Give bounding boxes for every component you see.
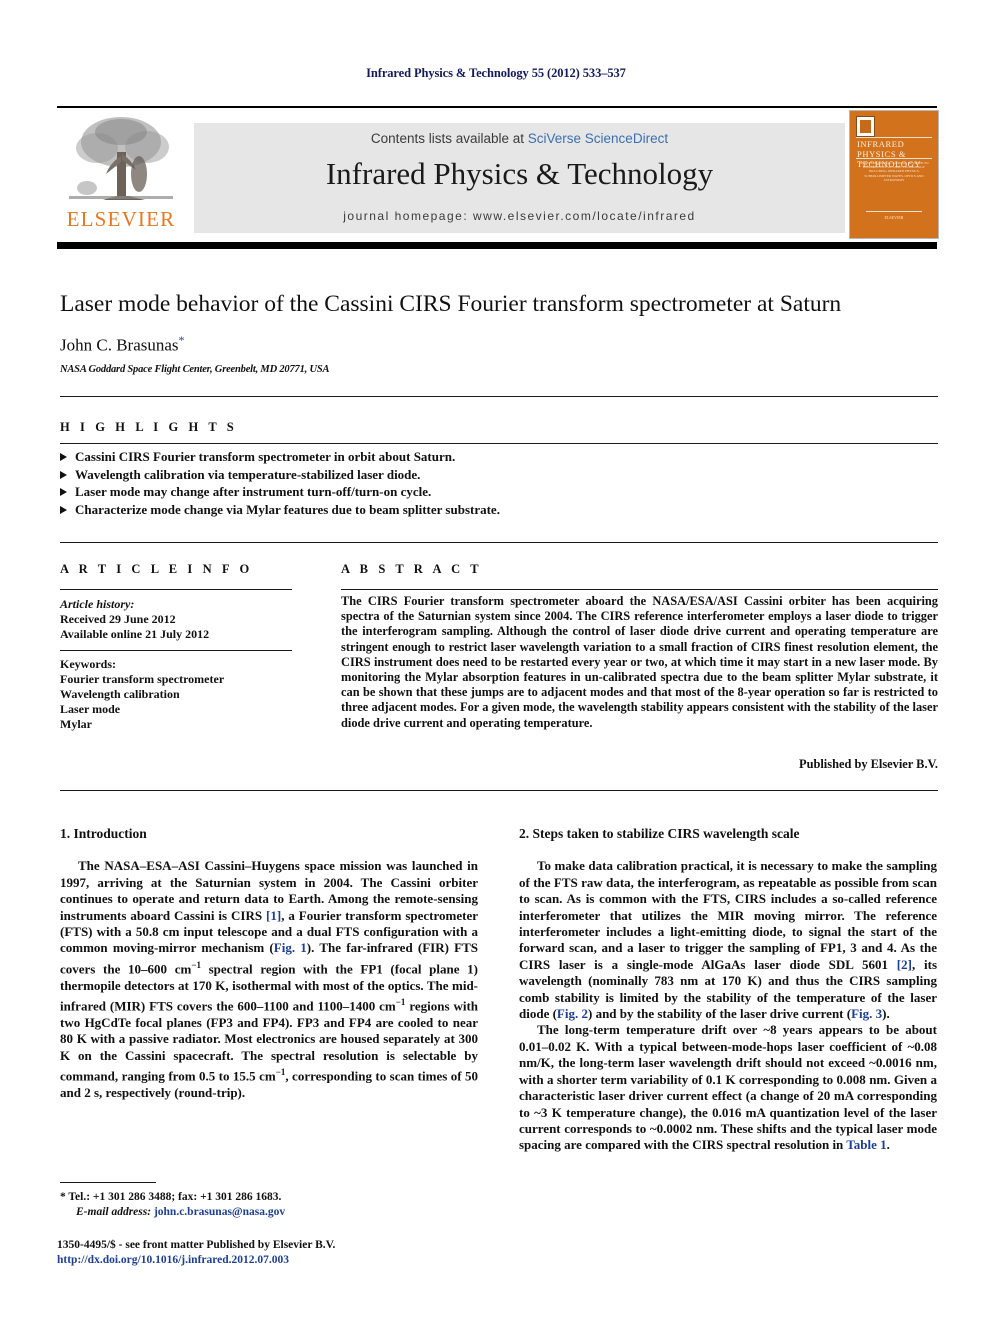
- superscript-exponent: −1: [191, 959, 201, 970]
- section-2-paragraph-2: The long-term temperature drift over ~8 …: [519, 1022, 937, 1153]
- footnote-email-line: E-mail address: john.c.brasunas@nasa.gov: [60, 1205, 480, 1220]
- para-text: ).: [882, 1006, 890, 1022]
- keyword-item: Fourier transform spectrometer: [60, 672, 225, 686]
- highlight-text: Wavelength calibration via temperature-s…: [75, 466, 421, 482]
- triangle-bullet-icon: [60, 505, 67, 514]
- list-item: Laser mode may change after instrument t…: [60, 483, 620, 501]
- highlight-text: Characterize mode change via Mylar featu…: [75, 501, 500, 517]
- section-2-title: 2. Steps taken to stabilize CIRS wavelen…: [519, 826, 800, 841]
- highlights-list: Cassini CIRS Fourier transform spectrome…: [60, 448, 620, 518]
- list-item: Characterize mode change via Mylar featu…: [60, 501, 620, 519]
- journal-homepage-link[interactable]: journal homepage: www.elsevier.com/locat…: [194, 209, 845, 223]
- imprint-block: 1350-4495/$ - see front matter Published…: [57, 1238, 487, 1267]
- issn-front-matter-line: 1350-4495/$ - see front matter Published…: [57, 1239, 336, 1251]
- author-affiliation: NASA Goddard Space Flight Center, Greenb…: [60, 364, 330, 375]
- highlight-text: Cassini CIRS Fourier transform spectrome…: [75, 449, 456, 464]
- rule-under-affiliation: [60, 396, 938, 397]
- rule-above-keywords: [60, 650, 292, 651]
- rule-under-highlights-heading: [60, 443, 938, 444]
- paper-page: Infrared Physics & Technology 55 (2012) …: [0, 0, 992, 1323]
- keyword-item: Wavelength calibration: [60, 687, 180, 701]
- email-address-label: E-mail address:: [76, 1206, 152, 1218]
- contents-available-line: Contents lists available at SciVerse Sci…: [194, 131, 845, 146]
- triangle-bullet-icon: [60, 488, 67, 496]
- list-item: Cassini CIRS Fourier transform spectrome…: [60, 448, 620, 466]
- cover-rule-mid: [856, 158, 932, 159]
- figure-link-3[interactable]: Fig. 3: [851, 1006, 882, 1021]
- triangle-bullet-icon: [60, 470, 67, 479]
- section-1-paragraph-1: The NASA–ESA–ASI Cassini–Huygens space m…: [60, 858, 478, 1101]
- running-head: Infrared Physics & Technology 55 (2012) …: [366, 66, 626, 80]
- masthead-top-rule: [57, 106, 937, 108]
- table-link-1[interactable]: Table 1: [846, 1137, 886, 1152]
- email-link[interactable]: john.c.brasunas@nasa.gov: [154, 1206, 285, 1218]
- figure-link-1[interactable]: Fig. 1: [274, 940, 307, 955]
- contents-prefix: Contents lists available at: [370, 131, 528, 146]
- footnote-contact-text: Tel.: +1 301 286 3488; fax: +1 301 286 1…: [68, 1191, 282, 1203]
- abstract-publisher-line: Published by Elsevier B.V.: [799, 757, 938, 771]
- cover-rule-top: [856, 137, 932, 138]
- article-info-heading: A R T I C L E I N F O: [60, 562, 253, 576]
- author-label: John C. Brasunas: [60, 335, 179, 355]
- footnote-block: * Tel.: +1 301 286 3488; fax: +1 301 286…: [60, 1190, 480, 1220]
- elsevier-tree-badge-icon: [856, 116, 875, 137]
- journal-title: Infrared Physics & Technology: [325, 156, 714, 191]
- corresponding-author-marker[interactable]: *: [179, 333, 185, 347]
- journal-masthead: ELSEVIER Contents lists available at Sci…: [57, 106, 939, 239]
- cover-rule-bottom: [866, 211, 922, 212]
- highlights-heading: H I G H L I G H T S: [60, 420, 238, 434]
- received-date: Received 29 June 2012: [60, 612, 176, 626]
- keyword-item: Laser mode: [60, 702, 121, 716]
- body-column-left: 1. Introduction The NASA–ESA–ASI Cassini…: [60, 826, 478, 1101]
- journal-band: Contents lists available at SciVerse Sci…: [194, 123, 845, 233]
- elsevier-tree-icon: [65, 112, 177, 206]
- superscript-exponent: −1: [395, 996, 406, 1007]
- masthead-bottom-rule: [57, 242, 937, 249]
- section-1-title: 1. Introduction: [60, 826, 147, 841]
- abstract-heading: A B S T R A C T: [341, 562, 483, 576]
- page-title: Laser mode behavior of the Cassini CIRS …: [60, 291, 842, 317]
- sciencedirect-link[interactable]: SciVerse ScienceDirect: [528, 131, 668, 146]
- article-history-label: Article history:: [60, 597, 135, 611]
- reference-link-1[interactable]: [1]: [266, 908, 281, 923]
- elsevier-logo: ELSEVIER: [57, 110, 185, 237]
- rule-under-info-heading: [60, 589, 292, 590]
- keywords-block: Keywords: Fourier transform spectrometer…: [60, 657, 292, 732]
- section-2-paragraph-1: To make data calibration practical, it i…: [519, 858, 937, 1022]
- rule-above-info: [60, 542, 938, 543]
- reference-link-2[interactable]: [2]: [897, 957, 912, 972]
- footnote-separator-rule: [60, 1182, 156, 1183]
- para-text: ) and by the stability of the laser driv…: [587, 1006, 852, 1022]
- body-column-right: 2. Steps taken to stabilize CIRS wavelen…: [519, 826, 937, 1154]
- article-history-block: Article history: Received 29 June 2012 A…: [60, 597, 292, 642]
- doi-link[interactable]: http://dx.doi.org/10.1016/j.infrared.201…: [57, 1253, 487, 1268]
- rule-under-abstract-heading: [341, 589, 938, 590]
- rule-under-abstract: [60, 790, 938, 791]
- footnote-contact-line: * Tel.: +1 301 286 3488; fax: +1 301 286…: [60, 1190, 480, 1205]
- cover-subtitle: AN INTERNATIONAL JOURNAL DEVOTED TO INFR…: [859, 161, 929, 182]
- available-online-date: Available online 21 July 2012: [60, 627, 210, 641]
- superscript-exponent: −1: [275, 1066, 286, 1077]
- elsevier-wordmark: ELSEVIER: [66, 207, 176, 231]
- author-name: John C. Brasunas*: [60, 333, 185, 356]
- highlight-text: Laser mode may change after instrument t…: [75, 484, 432, 499]
- footnote-marker: *: [60, 1191, 66, 1203]
- triangle-bullet-icon: [60, 453, 67, 461]
- cover-footer-wordmark: ELSEVIER: [884, 215, 904, 220]
- keyword-item: Mylar: [60, 717, 92, 731]
- para-text: To make data calibration practical, it i…: [519, 858, 937, 972]
- para-text: The long-term temperature drift over ~8 …: [519, 1022, 937, 1153]
- list-item: Wavelength calibration via temperature-s…: [60, 466, 620, 484]
- para-text: .: [886, 1137, 890, 1153]
- figure-link-2[interactable]: Fig. 2: [557, 1006, 588, 1021]
- keywords-label: Keywords:: [60, 657, 116, 671]
- journal-cover-thumbnail: INFRARED PHYSICS & TECHNOLOGY AN INTERNA…: [849, 110, 939, 239]
- abstract-text: The CIRS Fourier transform spectrometer …: [341, 594, 938, 730]
